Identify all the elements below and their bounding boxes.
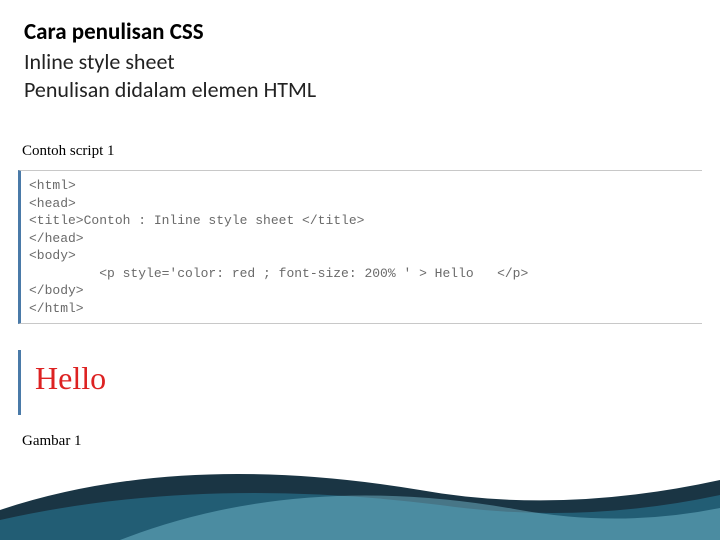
code-line: <head> bbox=[29, 196, 76, 211]
output-text: Hello bbox=[35, 360, 106, 396]
code-line: </body> bbox=[29, 283, 84, 298]
page-title: Cara penulisan CSS bbox=[24, 18, 720, 48]
code-line: </html> bbox=[29, 301, 84, 316]
code-line: </head> bbox=[29, 231, 84, 246]
figure-label: Gambar 1 bbox=[0, 415, 720, 450]
output-block: Hello bbox=[18, 350, 178, 415]
code-line: <title>Contoh : Inline style sheet </tit… bbox=[29, 213, 364, 228]
code-line: <body> bbox=[29, 248, 76, 263]
code-line: <html> bbox=[29, 178, 76, 193]
heading-block: Cara penulisan CSS Inline style sheet Pe… bbox=[0, 0, 720, 105]
code-line: <p style='color: red ; font-size: 200% '… bbox=[29, 266, 528, 281]
subtitle-line-1: Inline style sheet bbox=[24, 48, 720, 77]
example-label: Contoh script 1 bbox=[0, 105, 720, 166]
code-block: <html> <head> <title>Contoh : Inline sty… bbox=[18, 170, 702, 324]
subtitle-line-2: Penulisan didalam elemen HTML bbox=[24, 76, 720, 105]
